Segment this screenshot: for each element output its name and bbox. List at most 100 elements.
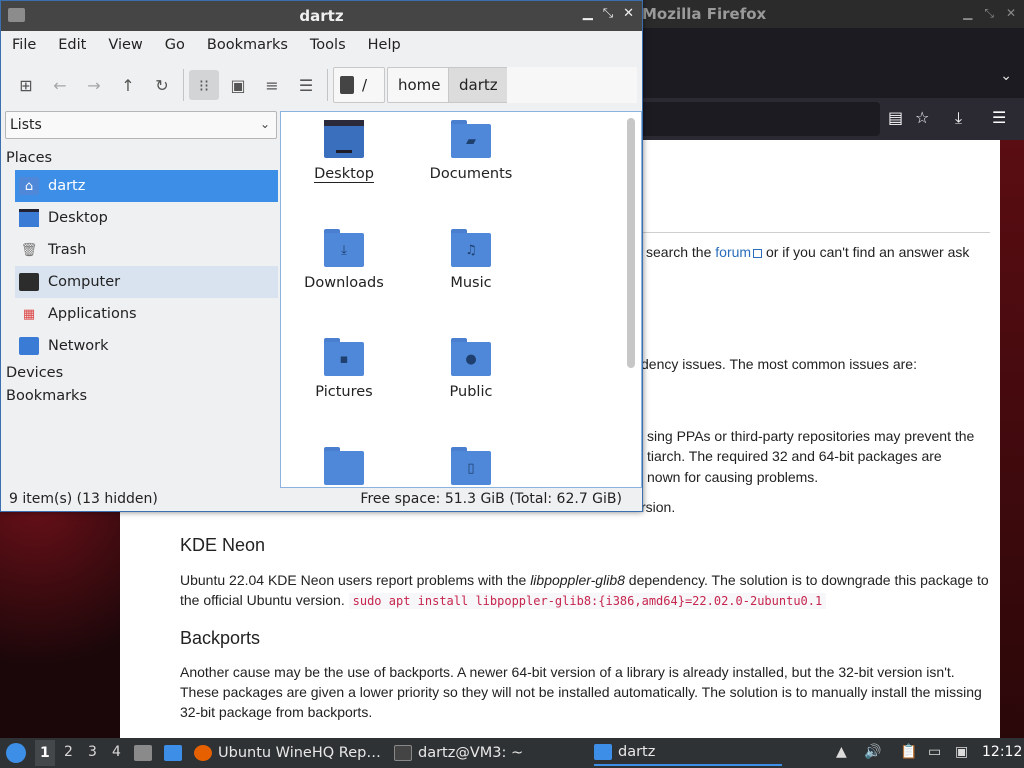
documents-folder-icon: ▰ (451, 120, 491, 158)
file-item-public[interactable]: ● Public (416, 338, 526, 400)
kde-neon-text: Ubuntu 22.04 KDE Neon users report probl… (180, 570, 989, 590)
menu-go[interactable]: Go (154, 31, 196, 61)
file-label: Downloads (304, 275, 384, 291)
clipboard-icon[interactable]: 📋 (900, 744, 917, 760)
sidebar-item-trash[interactable]: 🗑 Trash (15, 234, 278, 266)
maximize-icon[interactable]: ⤡ (603, 6, 613, 21)
volume-icon[interactable]: 🔊 (864, 744, 881, 760)
minimize-icon[interactable]: ▁ (583, 6, 593, 21)
sidebar-item-desktop[interactable]: Desktop (15, 202, 278, 234)
task-label: Ubuntu WineHQ Rep… (218, 745, 381, 761)
detailed-list-view-icon[interactable]: ☰ (291, 70, 321, 100)
task-label: dartz@VM3: ~ (418, 745, 524, 761)
url-bar[interactable] (640, 102, 880, 136)
kde-neon-heading: KDE Neon (180, 535, 266, 555)
dependency-line: dency issues. The most common issues are… (641, 356, 917, 372)
breadcrumb-dartz[interactable]: dartz (448, 67, 509, 103)
external-link-icon (753, 248, 763, 258)
updates-icon[interactable]: ▲ (836, 744, 847, 760)
home-folder-icon: ⌂ (19, 177, 39, 195)
workspace-2[interactable]: 2 (64, 744, 73, 760)
menu-view[interactable]: View (97, 31, 153, 61)
toolbar: ⊞ ← → ↑ ↻ ⁝⁝ ▣ ≡ ☰ / home dartz (1, 61, 642, 109)
downloads-folder-icon: ⤓ (324, 229, 364, 267)
menu-file[interactable]: File (1, 31, 47, 61)
workspace-4[interactable]: 4 (112, 744, 121, 760)
file-item-pictures[interactable]: ▪ Pictures (289, 338, 399, 400)
network-status-icon[interactable]: ▣ (955, 744, 968, 760)
minimize-icon[interactable]: ▁ (963, 6, 972, 21)
list-all-tabs-icon[interactable]: ⌄ (1000, 68, 1012, 84)
file-manager-launcher-icon[interactable] (134, 738, 152, 768)
drive-icon (340, 76, 354, 94)
ppa-line-2: tiarch. The required 32 and 64-bit packa… (647, 448, 942, 464)
folder-icon (594, 744, 612, 760)
menu-help[interactable]: Help (357, 31, 412, 61)
sidebar-item-label: Applications (48, 306, 137, 322)
menu-bookmarks[interactable]: Bookmarks (196, 31, 299, 61)
devices-header[interactable]: Devices (6, 365, 63, 381)
sidebar-item-network[interactable]: Network (15, 330, 278, 362)
desktop-icon (19, 209, 39, 227)
side-pane-mode-select[interactable]: Lists ⌄ (5, 111, 277, 139)
kde-neon-text-2: the official Ubuntu version. sudo apt in… (180, 590, 827, 611)
maximize-icon[interactable]: ⤡ (984, 6, 994, 21)
app-menu-icon[interactable]: ☰ (992, 108, 1006, 127)
sidebar-item-computer[interactable]: Computer (15, 266, 278, 298)
item-count: 9 item(s) (13 hidden) (9, 491, 158, 507)
downloads-icon[interactable]: ⤓ (955, 108, 962, 128)
breadcrumb-filler (507, 67, 637, 103)
task-firefox[interactable]: Ubuntu WineHQ Rep… (194, 740, 381, 766)
display-icon[interactable]: ▭ (928, 744, 941, 760)
task-terminal[interactable]: dartz@VM3: ~ (394, 740, 523, 766)
new-tab-icon[interactable]: ⊞ (11, 70, 41, 100)
file-item-downloads[interactable]: ⤓ Downloads (289, 229, 399, 291)
backports-line-2: These packages are given a lower priorit… (180, 684, 982, 700)
bookmark-star-icon[interactable]: ☆ (915, 108, 929, 127)
workspace-3[interactable]: 3 (88, 744, 97, 760)
reload-icon[interactable]: ↻ (147, 70, 177, 100)
text: dependency. The solution is to downgrade… (624, 572, 989, 588)
task-file-manager[interactable]: dartz (594, 740, 782, 766)
clock[interactable]: 12:12 (982, 744, 1022, 760)
file-item-music[interactable]: ♫ Music (416, 229, 526, 291)
taskbar: 1 2 3 4 Ubuntu WineHQ Rep… dartz@VM3: ~ … (0, 738, 1024, 768)
firefox-icon (194, 745, 212, 761)
reader-view-icon[interactable]: ▤ (888, 108, 903, 127)
sidebar-item-applications[interactable]: ▦ Applications (15, 298, 278, 330)
workspace-1[interactable]: 1 (35, 740, 55, 766)
file-item-partial[interactable]: ▯ (416, 447, 526, 487)
bookmarks-header[interactable]: Bookmarks (6, 388, 87, 404)
task-label: dartz (618, 744, 656, 760)
compact-view-icon[interactable]: ≡ (257, 70, 287, 100)
start-menu-icon[interactable] (6, 738, 26, 768)
public-folder-icon: ● (451, 338, 491, 376)
desktop-launcher-icon[interactable] (164, 738, 182, 768)
back-arrow-icon[interactable]: ← (45, 70, 75, 100)
file-item-desktop[interactable]: Desktop (289, 120, 399, 183)
places-header[interactable]: Places (6, 150, 52, 166)
sidebar-item-dartz[interactable]: ⌂ dartz (15, 170, 278, 202)
breadcrumb-root-label: / (362, 76, 368, 94)
file-label: Public (449, 384, 493, 400)
folder-icon (324, 447, 364, 485)
sidebar-item-label: Computer (48, 274, 121, 290)
file-item-documents[interactable]: ▰ Documents (416, 120, 526, 182)
forum-link[interactable]: forum (715, 244, 751, 260)
up-arrow-icon[interactable]: ↑ (113, 70, 143, 100)
firefox-window-title: Mozilla Firefox (642, 5, 767, 23)
file-item-partial[interactable] (289, 447, 399, 487)
close-icon[interactable]: ✕ (623, 6, 634, 21)
icon-view-icon[interactable]: ⁝⁝ (189, 70, 219, 100)
forward-arrow-icon[interactable]: → (79, 70, 109, 100)
breadcrumb-root[interactable]: / (333, 67, 385, 103)
menu-edit[interactable]: Edit (47, 31, 97, 61)
file-manager-titlebar[interactable]: dartz ▁ ⤡ ✕ (1, 1, 642, 31)
vertical-scrollbar[interactable] (627, 118, 635, 368)
close-icon[interactable]: ✕ (1006, 6, 1016, 21)
menu-tools[interactable]: Tools (299, 31, 357, 61)
thumbnail-view-icon[interactable]: ▣ (223, 70, 253, 100)
forum-line: search the forum or if you can't find an… (646, 242, 969, 262)
terminal-icon (394, 745, 412, 761)
breadcrumb-home[interactable]: home (387, 67, 452, 103)
